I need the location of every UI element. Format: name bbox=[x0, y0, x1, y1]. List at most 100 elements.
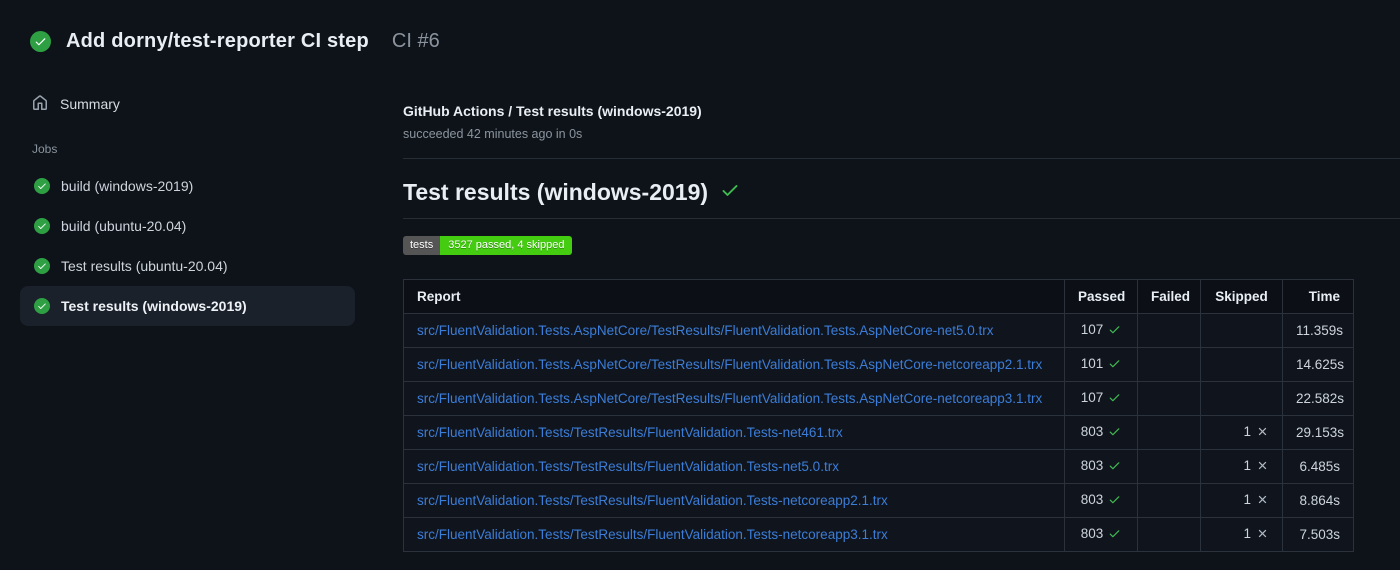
section-heading: Test results (windows-2019) bbox=[403, 179, 709, 205]
passed-cell: 803 bbox=[1064, 415, 1138, 450]
passed-cell: 101 bbox=[1064, 347, 1138, 382]
section-heading-row: Test results (windows-2019) bbox=[403, 179, 1400, 206]
failed-cell bbox=[1137, 313, 1201, 348]
report-cell: src/FluentValidation.Tests.AspNetCore/Te… bbox=[403, 347, 1065, 382]
checks-page: Add dorny/test-reporter CI step CI #6 Su… bbox=[0, 0, 1400, 570]
passed-cell: 803 bbox=[1064, 483, 1138, 518]
divider bbox=[403, 158, 1400, 159]
col-header-time: Time bbox=[1282, 279, 1354, 314]
skipped-cell bbox=[1200, 381, 1283, 416]
report-link[interactable]: src/FluentValidation.Tests/TestResults/F… bbox=[417, 425, 843, 440]
report-link[interactable]: src/FluentValidation.Tests.AspNetCore/Te… bbox=[417, 323, 994, 338]
tests-badge-label: tests bbox=[403, 236, 441, 255]
passed-check-icon bbox=[1108, 527, 1121, 543]
check-run-title: GitHub Actions / Test results (windows-2… bbox=[403, 103, 702, 119]
passed-check-icon bbox=[1108, 493, 1121, 509]
run-header: Add dorny/test-reporter CI step CI #6 bbox=[30, 30, 440, 53]
passed-check-icon bbox=[1108, 323, 1121, 339]
run-title: Add dorny/test-reporter CI step bbox=[66, 30, 369, 52]
table-header-row: Report Passed Failed Skipped Time bbox=[403, 279, 1354, 314]
skipped-cell: 1 bbox=[1200, 517, 1283, 552]
report-cell: src/FluentValidation.Tests.AspNetCore/Te… bbox=[403, 313, 1065, 348]
failed-cell bbox=[1137, 415, 1201, 450]
job-success-check-icon bbox=[34, 218, 50, 234]
skipped-x-icon bbox=[1256, 493, 1269, 509]
sidebar-job-item[interactable]: build (windows-2019) bbox=[20, 166, 355, 206]
passed-check-icon bbox=[1108, 425, 1121, 441]
job-success-check-icon bbox=[34, 178, 50, 194]
failed-cell bbox=[1137, 517, 1201, 552]
sidebar-job-item[interactable]: build (ubuntu-20.04) bbox=[20, 206, 355, 246]
report-link[interactable]: src/FluentValidation.Tests.AspNetCore/Te… bbox=[417, 357, 1042, 372]
time-cell: 14.625s bbox=[1282, 347, 1354, 382]
table-row: src/FluentValidation.Tests/TestResults/F… bbox=[403, 517, 1354, 552]
time-cell: 22.582s bbox=[1282, 381, 1354, 416]
passed-cell: 803 bbox=[1064, 449, 1138, 484]
report-link[interactable]: src/FluentValidation.Tests.AspNetCore/Te… bbox=[417, 391, 1042, 406]
heading-check-icon bbox=[720, 180, 740, 205]
skipped-cell bbox=[1200, 347, 1283, 382]
skipped-cell: 1 bbox=[1200, 449, 1283, 484]
report-cell: src/FluentValidation.Tests/TestResults/F… bbox=[403, 415, 1065, 450]
col-header-passed: Passed bbox=[1064, 279, 1138, 314]
sidebar-jobs-heading: Jobs bbox=[32, 142, 58, 156]
skipped-cell bbox=[1200, 313, 1283, 348]
job-success-check-icon bbox=[34, 298, 50, 314]
report-cell: src/FluentValidation.Tests.AspNetCore/Te… bbox=[403, 381, 1065, 416]
report-link[interactable]: src/FluentValidation.Tests/TestResults/F… bbox=[417, 493, 888, 508]
table-row: src/FluentValidation.Tests/TestResults/F… bbox=[403, 483, 1354, 518]
run-number: CI #6 bbox=[391, 30, 440, 52]
table-row: src/FluentValidation.Tests/TestResults/F… bbox=[403, 415, 1354, 450]
passed-check-icon bbox=[1108, 357, 1121, 373]
skipped-x-icon bbox=[1256, 425, 1269, 441]
job-label: build (ubuntu-20.04) bbox=[61, 218, 187, 234]
time-cell: 8.864s bbox=[1282, 483, 1354, 518]
skipped-cell: 1 bbox=[1200, 415, 1283, 450]
report-cell: src/FluentValidation.Tests/TestResults/F… bbox=[403, 449, 1065, 484]
col-header-skipped: Skipped bbox=[1200, 279, 1283, 314]
run-success-check-icon bbox=[30, 31, 51, 52]
test-results-table: Report Passed Failed Skipped Time src/Fl… bbox=[403, 279, 1354, 552]
passed-cell: 803 bbox=[1064, 517, 1138, 552]
sidebar-summary-label: Summary bbox=[60, 96, 120, 112]
time-cell: 6.485s bbox=[1282, 449, 1354, 484]
table-row: src/FluentValidation.Tests/TestResults/F… bbox=[403, 449, 1354, 484]
col-header-failed: Failed bbox=[1137, 279, 1201, 314]
sidebar: Summary Jobs build (windows-2019) build … bbox=[20, 86, 355, 326]
report-link[interactable]: src/FluentValidation.Tests/TestResults/F… bbox=[417, 527, 888, 542]
passed-cell: 107 bbox=[1064, 381, 1138, 416]
table-row: src/FluentValidation.Tests.AspNetCore/Te… bbox=[403, 313, 1354, 348]
job-success-check-icon bbox=[34, 258, 50, 274]
passed-check-icon bbox=[1108, 459, 1121, 475]
skipped-x-icon bbox=[1256, 459, 1269, 475]
job-list: build (windows-2019) build (ubuntu-20.04… bbox=[20, 166, 355, 326]
failed-cell bbox=[1137, 381, 1201, 416]
sidebar-item-summary[interactable]: Summary bbox=[20, 86, 355, 122]
tests-badge-value: 3527 passed, 4 skipped bbox=[440, 236, 573, 255]
main-content: GitHub Actions / Test results (windows-2… bbox=[403, 103, 1400, 552]
report-link[interactable]: src/FluentValidation.Tests/TestResults/F… bbox=[417, 459, 839, 474]
divider bbox=[403, 218, 1400, 219]
passed-check-icon bbox=[1108, 391, 1121, 407]
table-row: src/FluentValidation.Tests.AspNetCore/Te… bbox=[403, 347, 1354, 382]
job-label: build (windows-2019) bbox=[61, 178, 194, 194]
time-cell: 11.359s bbox=[1282, 313, 1354, 348]
home-icon bbox=[32, 94, 48, 114]
report-cell: src/FluentValidation.Tests/TestResults/F… bbox=[403, 517, 1065, 552]
failed-cell bbox=[1137, 347, 1201, 382]
time-cell: 7.503s bbox=[1282, 517, 1354, 552]
job-label: Test results (windows-2019) bbox=[61, 298, 247, 314]
skipped-cell: 1 bbox=[1200, 483, 1283, 518]
tests-badge: tests 3527 passed, 4 skipped bbox=[403, 236, 573, 255]
col-header-report: Report bbox=[403, 279, 1065, 314]
time-cell: 29.153s bbox=[1282, 415, 1354, 450]
check-run-status: succeeded 42 minutes ago in 0s bbox=[403, 127, 583, 141]
report-cell: src/FluentValidation.Tests/TestResults/F… bbox=[403, 483, 1065, 518]
skipped-x-icon bbox=[1256, 527, 1269, 543]
sidebar-job-item[interactable]: Test results (ubuntu-20.04) bbox=[20, 246, 355, 286]
job-label: Test results (ubuntu-20.04) bbox=[61, 258, 228, 274]
table-row: src/FluentValidation.Tests.AspNetCore/Te… bbox=[403, 381, 1354, 416]
sidebar-job-item[interactable]: Test results (windows-2019) bbox=[20, 286, 355, 326]
failed-cell bbox=[1137, 449, 1201, 484]
failed-cell bbox=[1137, 483, 1201, 518]
